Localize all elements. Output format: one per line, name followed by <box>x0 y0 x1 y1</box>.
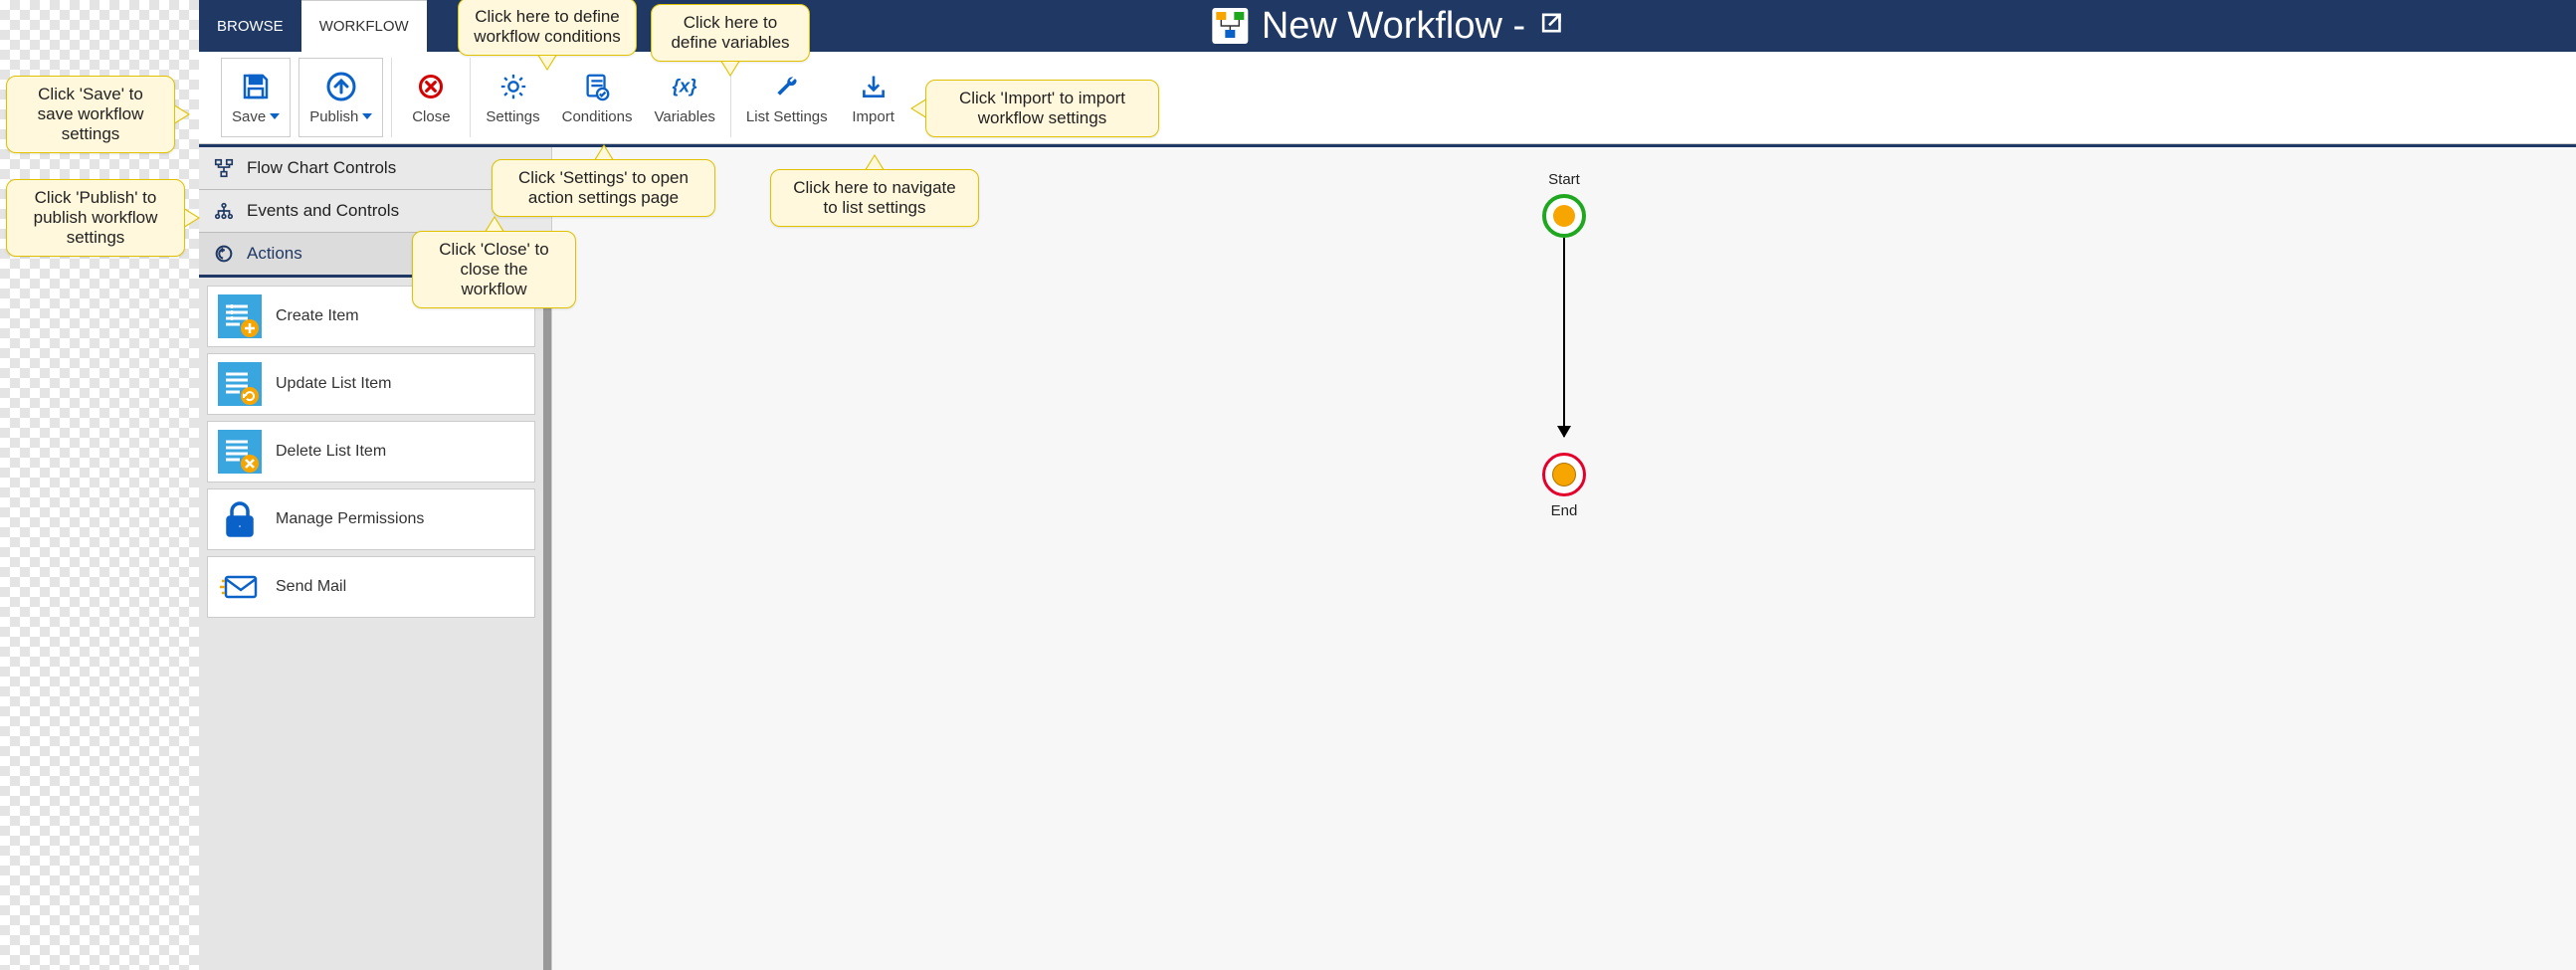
start-node[interactable] <box>1542 194 1586 238</box>
mail-icon <box>218 565 262 609</box>
action-send-mail[interactable]: Send Mail <box>207 556 535 618</box>
svg-text:{x}: {x} <box>673 75 698 96</box>
end-node[interactable] <box>1542 453 1586 496</box>
tab-workflow[interactable]: WORKFLOW <box>301 0 427 52</box>
tab-strip: BROWSE WORKFLOW <box>199 0 427 52</box>
import-icon <box>858 71 890 102</box>
action-label: Delete List Item <box>276 443 386 461</box>
action-delete-list-item[interactable]: Delete List Item <box>207 421 535 483</box>
callout-close: Click 'Close' to close the workflow <box>412 231 576 308</box>
close-label: Close <box>412 108 450 125</box>
publish-button[interactable]: Publish <box>298 58 383 137</box>
events-icon <box>213 200 235 222</box>
save-button[interactable]: Save <box>221 58 291 137</box>
conditions-label: Conditions <box>562 108 633 125</box>
workflow-canvas[interactable]: Start End <box>552 147 2576 970</box>
publish-icon <box>325 71 357 102</box>
workflow-icon <box>1210 6 1250 46</box>
close-button[interactable]: Close <box>396 58 466 137</box>
conditions-button[interactable]: Conditions <box>551 58 644 137</box>
app: BROWSE WORKFLOW New Workflow - <box>199 0 2576 970</box>
connector-arrow <box>1563 238 1565 437</box>
callout-save: Click 'Save' to save workflow settings <box>6 76 175 153</box>
action-manage-permissions[interactable]: Manage Permissions <box>207 488 535 550</box>
variables-icon: {x} <box>669 71 700 102</box>
action-label: Manage Permissions <box>276 510 424 528</box>
open-in-new-icon[interactable] <box>1537 9 1565 44</box>
callout-conditions: Click here to define workflow conditions <box>458 0 637 56</box>
save-label: Save <box>232 108 266 125</box>
actions-list[interactable]: Create Item Update List Item Delete List… <box>199 278 551 970</box>
wrench-icon <box>771 71 803 102</box>
conditions-icon <box>581 71 613 102</box>
accordion-label: Flow Chart Controls <box>247 158 396 178</box>
gear-icon <box>497 71 529 102</box>
variables-label: Variables <box>655 108 715 125</box>
save-icon <box>240 71 272 102</box>
close-icon <box>415 71 447 102</box>
action-update-list-item[interactable]: Update List Item <box>207 353 535 415</box>
delete-item-icon <box>218 430 262 474</box>
import-button[interactable]: Import <box>839 58 908 137</box>
import-label: Import <box>852 108 894 125</box>
publish-caret-icon <box>362 113 372 119</box>
accordion-label: Actions <box>247 244 302 264</box>
callout-list-settings: Click here to navigate to list settings <box>770 169 979 227</box>
callout-settings: Click 'Settings' to open action settings… <box>492 159 715 217</box>
end-label: End <box>1551 502 1578 519</box>
page-title-text: New Workflow - <box>1262 5 1525 48</box>
flow-diagram: Start End <box>1542 171 1586 519</box>
callout-variables: Click here to define variables <box>651 4 810 62</box>
action-label: Update List Item <box>276 375 392 393</box>
list-settings-label: List Settings <box>746 108 828 125</box>
page-title: New Workflow - <box>1210 0 1565 52</box>
callout-import: Click 'Import' to import workflow settin… <box>925 80 1159 137</box>
list-settings-button[interactable]: List Settings <box>735 58 839 137</box>
lock-icon <box>218 497 262 541</box>
accordion-label: Events and Controls <box>247 201 399 221</box>
actions-icon <box>213 243 235 265</box>
callout-publish: Click 'Publish' to publish workflow sett… <box>6 179 185 257</box>
action-label: Send Mail <box>276 578 346 596</box>
start-label: Start <box>1548 171 1580 188</box>
settings-label: Settings <box>486 108 539 125</box>
variables-button[interactable]: {x} Variables <box>644 58 726 137</box>
update-item-icon <box>218 362 262 406</box>
create-item-icon <box>218 294 262 338</box>
tab-browse[interactable]: BROWSE <box>199 0 301 52</box>
publish-label: Publish <box>309 108 358 125</box>
save-caret-icon <box>270 113 280 119</box>
action-label: Create Item <box>276 307 359 325</box>
flowchart-icon <box>213 157 235 179</box>
